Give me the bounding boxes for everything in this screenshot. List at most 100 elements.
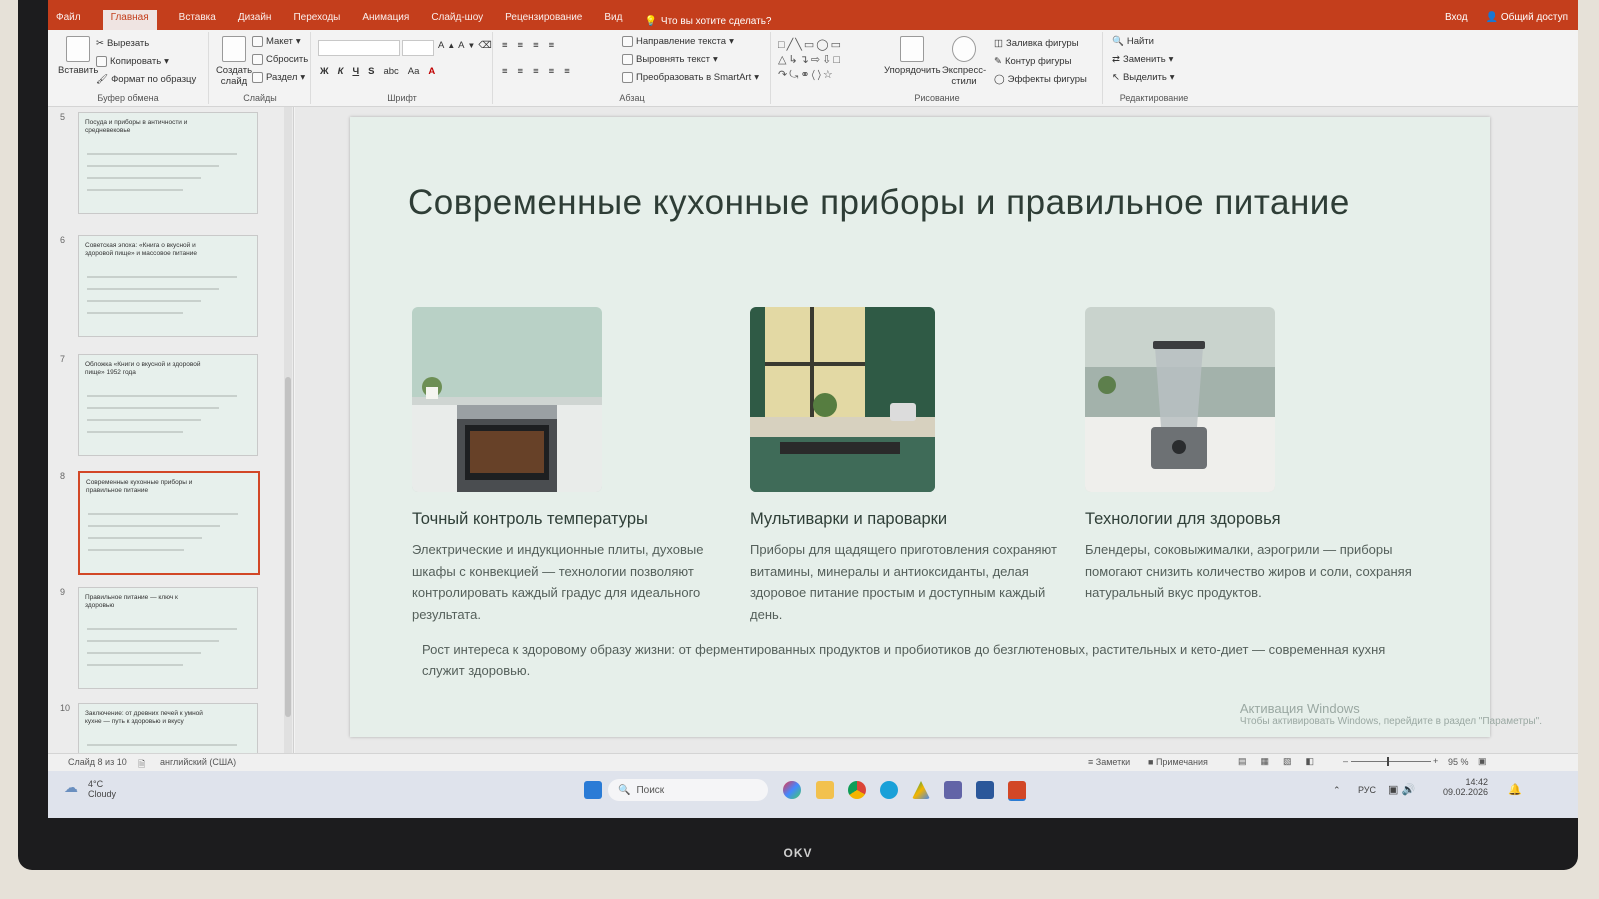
font-color-button[interactable]: A — [428, 66, 435, 77]
font-grow-shrink[interactable]: A ▲ A ▼ ⌫ — [438, 40, 492, 51]
language-indicator[interactable]: английский (США) — [160, 757, 236, 767]
chrome-icon[interactable] — [848, 781, 866, 799]
layout-button[interactable]: Макет ▾ — [252, 36, 301, 47]
network-volume-icons[interactable]: ▣ 🔊 — [1388, 783, 1415, 796]
weather-widget[interactable]: ☁ 4°C Cloudy — [64, 779, 116, 799]
columns-icon: ≡ — [564, 66, 570, 77]
format-painter-button[interactable]: 🖌 Формат по образцу — [96, 74, 196, 85]
card-title: Мультиварки и пароварки — [750, 510, 948, 528]
arrange-button[interactable]: Упорядочить — [884, 36, 941, 76]
google-drive-icon[interactable] — [912, 781, 930, 799]
scrollbar-thumb[interactable] — [285, 377, 291, 717]
view-buttons[interactable]: ▤▦▧◧ — [1238, 756, 1328, 767]
thumbnail-preview[interactable]: Правильное питание — ключ к здоровью — [78, 587, 258, 689]
fit-slide-icon[interactable]: ▣ — [1478, 756, 1487, 767]
word-icon[interactable] — [976, 781, 994, 799]
thumbnail-number: 8 — [60, 471, 66, 481]
thumbnail-preview[interactable]: Советская эпоха: «Книга о вкусной и здор… — [78, 235, 258, 337]
copy-button[interactable]: Копировать ▾ — [96, 56, 169, 67]
replace-button[interactable]: ⇄ Заменить ▾ — [1112, 54, 1173, 65]
strikethrough-button[interactable]: S — [368, 66, 374, 77]
card-multicooker[interactable]: Мультиварки и пароварки Приборы для щадя… — [750, 307, 1080, 625]
underline-button[interactable]: Ч — [352, 66, 359, 77]
taskbar-search[interactable]: 🔍 Поиск — [608, 779, 768, 801]
edge-icon[interactable] — [880, 781, 898, 799]
thumbnail-text-line — [87, 744, 237, 746]
thumbnail-text-line — [88, 525, 220, 527]
notes-button[interactable]: ≡ Заметки — [1088, 757, 1130, 767]
quick-styles-button[interactable]: Экспресс-стили — [940, 36, 988, 87]
cut-button[interactable]: ✂ Вырезать — [96, 38, 149, 49]
shape-outline-button[interactable]: ✎ Контур фигуры — [994, 56, 1071, 67]
thumbnail-preview[interactable]: Посуда и приборы в античности и средневе… — [78, 112, 258, 214]
thumbnail-scrollbar[interactable] — [284, 107, 292, 753]
slide[interactable]: Современные кухонные приборы и правильно… — [350, 117, 1490, 737]
tab-0[interactable]: Файл — [56, 12, 81, 30]
signin-link[interactable]: Вход — [1445, 12, 1468, 23]
tab-6[interactable]: Слайд-шоу — [431, 12, 483, 30]
shape-effects-button[interactable]: ◯ Эффекты фигуры — [994, 74, 1087, 85]
paint-bucket-icon: ◫ — [994, 38, 1003, 49]
group-font: A ▲ A ▼ ⌫ Ж К Ч S abc Aa A Шрифт — [312, 32, 493, 104]
tell-me-search[interactable]: 💡 Что вы хотите сделать? — [644, 12, 771, 30]
input-language[interactable]: РУС — [1358, 785, 1376, 795]
shape-effects-label: Эффекты фигуры — [1007, 74, 1087, 85]
cut-label: Вырезать — [106, 38, 150, 49]
comments-button[interactable]: ■ Примечания — [1148, 757, 1208, 767]
tab-4[interactable]: Переходы — [293, 12, 340, 30]
char-spacing-button[interactable]: abc — [383, 66, 398, 77]
card-health-tech[interactable]: Технологии для здоровья Блендеры, соковы… — [1085, 307, 1415, 604]
align-buttons[interactable]: ≡ ≡ ≡ ≡ ≡ — [502, 66, 570, 77]
italic-button[interactable]: К — [338, 66, 344, 77]
indent-icon: ≡ — [533, 40, 539, 51]
thumbnail-preview[interactable]: Современные кухонные приборы и правильно… — [78, 471, 260, 575]
blender-photo[interactable] — [1085, 307, 1275, 492]
find-button[interactable]: 🔍 Найти — [1112, 36, 1154, 47]
kitchen-photo[interactable] — [750, 307, 935, 492]
notification-bell-icon[interactable]: 🔔 — [1508, 783, 1522, 796]
zoom-slider[interactable]: – + — [1343, 756, 1438, 767]
reset-button[interactable]: Сбросить — [252, 54, 308, 65]
zoom-level[interactable]: 95 % — [1448, 757, 1469, 767]
thumbnail-preview[interactable]: Обложка «Книги о вкусной и здоровой пище… — [78, 354, 258, 456]
font-name-combo[interactable] — [318, 40, 400, 56]
powerpoint-icon[interactable] — [1008, 781, 1026, 801]
text-direction-button[interactable]: Направление текста ▾ — [622, 36, 734, 47]
tab-3[interactable]: Дизайн — [238, 12, 272, 30]
tray-chevron-icon[interactable]: ⌃ — [1333, 785, 1341, 796]
slide-bottom-text[interactable]: Рост интереса к здоровому образу жизни: … — [422, 639, 1422, 681]
ribbon-tab-bar: Файл Главная Вставка Дизайн Переходы Анимация… — [48, 0, 1578, 30]
file-explorer-icon[interactable] — [816, 781, 834, 799]
list-buttons[interactable]: ≡ ≡ ≡ ≡ — [502, 40, 554, 51]
tab-7[interactable]: Рецензирование — [505, 12, 582, 30]
select-button[interactable]: ↖ Выделить ▾ — [1112, 72, 1175, 83]
thumbnail-text-line — [88, 537, 202, 539]
align-text-label: Выровнять текст — [636, 54, 711, 65]
smartart-button[interactable]: Преобразовать в SmartArt ▾ — [622, 72, 759, 83]
card-temperature[interactable]: Точный контроль температуры Электрически… — [412, 307, 742, 625]
shapes-gallery[interactable]: □╱╲▭◯▭ △↳↴⇨⇩□ ↷⤿⚭〈〉☆ — [778, 38, 878, 83]
shape-fill-button[interactable]: ◫ Заливка фигуры — [994, 38, 1079, 49]
tab-2[interactable]: Вставка — [179, 12, 216, 30]
share-button[interactable]: 👤 Общий доступ — [1486, 12, 1568, 23]
search-icon: 🔍 — [618, 784, 631, 796]
oven-photo[interactable] — [412, 307, 602, 492]
bold-button[interactable]: Ж — [320, 66, 329, 77]
clock[interactable]: 14:42 09.02.2026 — [1443, 777, 1488, 797]
tab-1[interactable]: Главная — [102, 10, 157, 30]
new-slide-button[interactable]: Создать слайд — [214, 36, 254, 87]
slide-title[interactable]: Современные кухонные приборы и правильно… — [408, 179, 1408, 226]
tab-8[interactable]: Вид — [604, 12, 622, 30]
align-text-button[interactable]: Выровнять текст ▾ — [622, 54, 718, 65]
tab-5[interactable]: Анимация — [362, 12, 409, 30]
teams-icon[interactable] — [944, 781, 962, 799]
font-size-combo[interactable] — [402, 40, 434, 56]
section-button[interactable]: Раздел ▾ — [252, 72, 305, 83]
section-icon — [252, 72, 263, 83]
thumbnail-number: 6 — [60, 235, 66, 245]
windows-activation-watermark: Активация Windows Чтобы активировать Win… — [1240, 701, 1542, 727]
copilot-icon[interactable] — [783, 781, 801, 799]
windows-start-icon[interactable] — [584, 781, 602, 799]
paste-button[interactable]: Вставить — [58, 36, 98, 76]
change-case-button[interactable]: Aa — [408, 66, 420, 77]
